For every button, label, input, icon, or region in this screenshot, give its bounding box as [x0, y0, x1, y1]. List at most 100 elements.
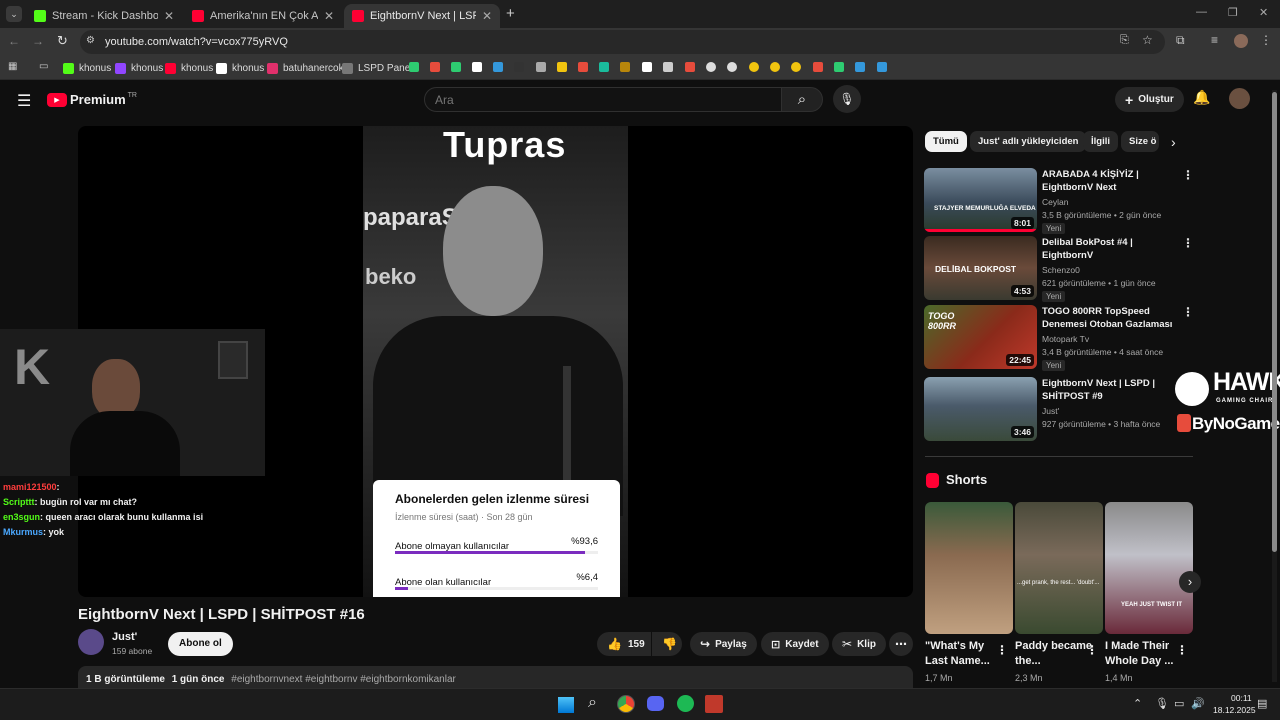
bookmark-lspd[interactable]: LSPD Panel: [342, 60, 412, 76]
new-tab-button[interactable]: +: [506, 5, 515, 22]
tab-search-button[interactable]: ⌄: [6, 6, 22, 22]
browser-menu-icon[interactable]: ⋮: [1260, 33, 1272, 47]
short-title[interactable]: I Made Their Whole Day ...: [1105, 639, 1183, 669]
bookmark-icon[interactable]: [493, 62, 503, 72]
short-title[interactable]: Paddy became the...: [1015, 639, 1093, 669]
bookmark-icon[interactable]: [620, 62, 630, 72]
close-tab-icon[interactable]: ✕: [324, 9, 334, 23]
bookmark-icon[interactable]: [472, 62, 482, 72]
notification-center-icon[interactable]: ▤: [1257, 697, 1267, 710]
search-icon[interactable]: ⌕: [588, 694, 597, 712]
notifications-icon[interactable]: 🔔: [1193, 89, 1210, 106]
bookmark-twitch[interactable]: khonus: [115, 60, 163, 76]
short-thumbnail[interactable]: YEAH JUST TWIST IT: [1105, 502, 1193, 634]
bookmark-icon[interactable]: [642, 62, 652, 72]
shorts-next-button[interactable]: ›: [1179, 571, 1201, 593]
related-video[interactable]: 3:46 EightbornV Next | LSPD | SHİTPOST #…: [924, 377, 1194, 441]
forward-icon[interactable]: →: [32, 34, 44, 48]
description-box[interactable]: 1 B görüntüleme 1 gün önce #eightbornvne…: [78, 666, 913, 688]
bookmark-icon[interactable]: [749, 62, 759, 72]
hashtags[interactable]: #eightbornvnext #eightbornv #eightbornko…: [231, 674, 456, 685]
spotify-icon[interactable]: [677, 695, 694, 712]
bookmark-icon[interactable]: [451, 62, 461, 72]
save-button[interactable]: ⊡ Kaydet: [761, 632, 829, 656]
short-thumbnail[interactable]: ...get prank, the rest... 'doubt'...: [1015, 502, 1103, 634]
chrome-icon[interactable]: [617, 695, 635, 713]
reading-list-icon[interactable]: ≡: [1211, 33, 1218, 47]
create-button[interactable]: + Oluştur: [1115, 87, 1184, 112]
guide-menu-icon[interactable]: ☰: [17, 91, 31, 111]
back-icon[interactable]: ←: [8, 34, 20, 48]
youtube-logo[interactable]: ▶ Premium TR: [47, 92, 137, 107]
apps-grid-icon[interactable]: ▦: [8, 61, 17, 72]
windows-start-icon[interactable]: [558, 697, 574, 713]
bookmark-icon[interactable]: [855, 62, 865, 72]
video-thumbnail[interactable]: 3:46: [924, 377, 1037, 441]
close-tab-icon[interactable]: ✕: [164, 9, 174, 23]
bookmark-icon[interactable]: [557, 62, 567, 72]
video-thumbnail[interactable]: TOGO 800RR 22:45: [924, 305, 1037, 369]
subscribe-button[interactable]: Abone ol: [168, 632, 233, 656]
site-info-icon[interactable]: ⚙: [86, 35, 95, 46]
chip-for-you[interactable]: Size ö: [1121, 131, 1159, 152]
extensions-icon[interactable]: ⧉: [1176, 33, 1185, 48]
bookmark-icon[interactable]: [706, 62, 716, 72]
more-vert-icon[interactable]: ⋮: [1182, 168, 1194, 182]
share-button[interactable]: ↪ Paylaş: [690, 632, 757, 656]
volume-icon[interactable]: 🔊: [1191, 697, 1205, 710]
discord-icon[interactable]: [647, 696, 664, 711]
clock-time[interactable]: 00:11: [1231, 693, 1252, 703]
bookmark-icon[interactable]: [791, 62, 801, 72]
bookmark-icon[interactable]: [430, 62, 440, 72]
bookmark-icon[interactable]: [685, 62, 695, 72]
more-vert-icon[interactable]: ⋮: [1086, 643, 1098, 657]
bookmark-icon[interactable]: [877, 62, 887, 72]
more-actions-button[interactable]: ⋯: [889, 632, 913, 656]
install-app-icon[interactable]: ⎘: [1120, 34, 1129, 47]
bookmark-star-icon[interactable]: ☆: [1142, 33, 1153, 47]
dislike-button[interactable]: 👎: [652, 632, 682, 656]
video-thumbnail[interactable]: STAJYER MEMURLUĞA ELVEDA 8:01: [924, 168, 1037, 232]
bookmark-kick[interactable]: khonus: [63, 60, 111, 76]
voice-search-button[interactable]: 🎙: [833, 85, 861, 113]
close-tab-icon[interactable]: ✕: [482, 9, 492, 23]
tab-amerika[interactable]: Amerika'nın EN Çok Aranan Sür ✕: [184, 4, 342, 28]
chip-from-uploader[interactable]: Just' adlı yükleyiciden: [970, 131, 1087, 152]
video-thumbnail[interactable]: DELİBAL BOKPOST 4:53: [924, 236, 1037, 300]
bookmark-icon[interactable]: [813, 62, 823, 72]
related-video[interactable]: DELİBAL BOKPOST 4:53 Delibal BokPost #4 …: [924, 236, 1194, 302]
more-vert-icon[interactable]: ⋮: [1182, 236, 1194, 250]
short-title[interactable]: "What's My Last Name...: [925, 639, 1003, 669]
account-avatar[interactable]: [1229, 88, 1250, 109]
short-thumbnail[interactable]: [925, 502, 1013, 634]
reload-icon[interactable]: ↻: [57, 33, 68, 49]
clip-button[interactable]: ✂ Klip: [832, 632, 886, 656]
more-vert-icon[interactable]: ⋮: [1182, 305, 1194, 319]
clock-date[interactable]: 18.12.2025: [1213, 705, 1256, 715]
network-icon[interactable]: ▭: [1174, 697, 1184, 710]
chevron-up-icon[interactable]: ⌃: [1133, 697, 1142, 710]
chip-all[interactable]: Tümü: [925, 131, 967, 152]
page-scrollbar[interactable]: [1272, 90, 1277, 682]
bookmark-icon[interactable]: [536, 62, 546, 72]
bookmark-x[interactable]: khonus: [216, 60, 264, 76]
minimize-icon[interactable]: —: [1196, 6, 1207, 18]
bookmark-icon[interactable]: [770, 62, 780, 72]
related-video[interactable]: STAJYER MEMURLUĞA ELVEDA 8:01 ARABADA 4 …: [924, 168, 1194, 234]
microphone-icon[interactable]: 🎙: [1155, 697, 1169, 710]
channel-name[interactable]: Just': [112, 631, 137, 643]
related-video[interactable]: TOGO 800RR 22:45 TOGO 800RR TopSpeed Den…: [924, 305, 1194, 371]
bookmark-icon[interactable]: [514, 62, 524, 72]
address-bar[interactable]: ⚙ youtube.com/watch?v=vcox775yRVQ ⎘ ☆: [80, 30, 1165, 54]
search-input[interactable]: [424, 87, 782, 112]
folder-icon[interactable]: ▭: [39, 61, 48, 72]
bookmark-icon[interactable]: [727, 62, 737, 72]
bookmark-icon[interactable]: [834, 62, 844, 72]
like-button[interactable]: 👍 159: [597, 632, 651, 656]
search-button[interactable]: ⌕: [781, 87, 823, 112]
bookmark-instagram[interactable]: batuhanercok: [267, 60, 344, 76]
bookmark-icon[interactable]: [578, 62, 588, 72]
tab-kick-dashboard[interactable]: Stream - Kick Dashboard ✕: [26, 4, 182, 28]
profile-avatar[interactable]: [1234, 34, 1248, 48]
bookmark-icon[interactable]: [663, 62, 673, 72]
